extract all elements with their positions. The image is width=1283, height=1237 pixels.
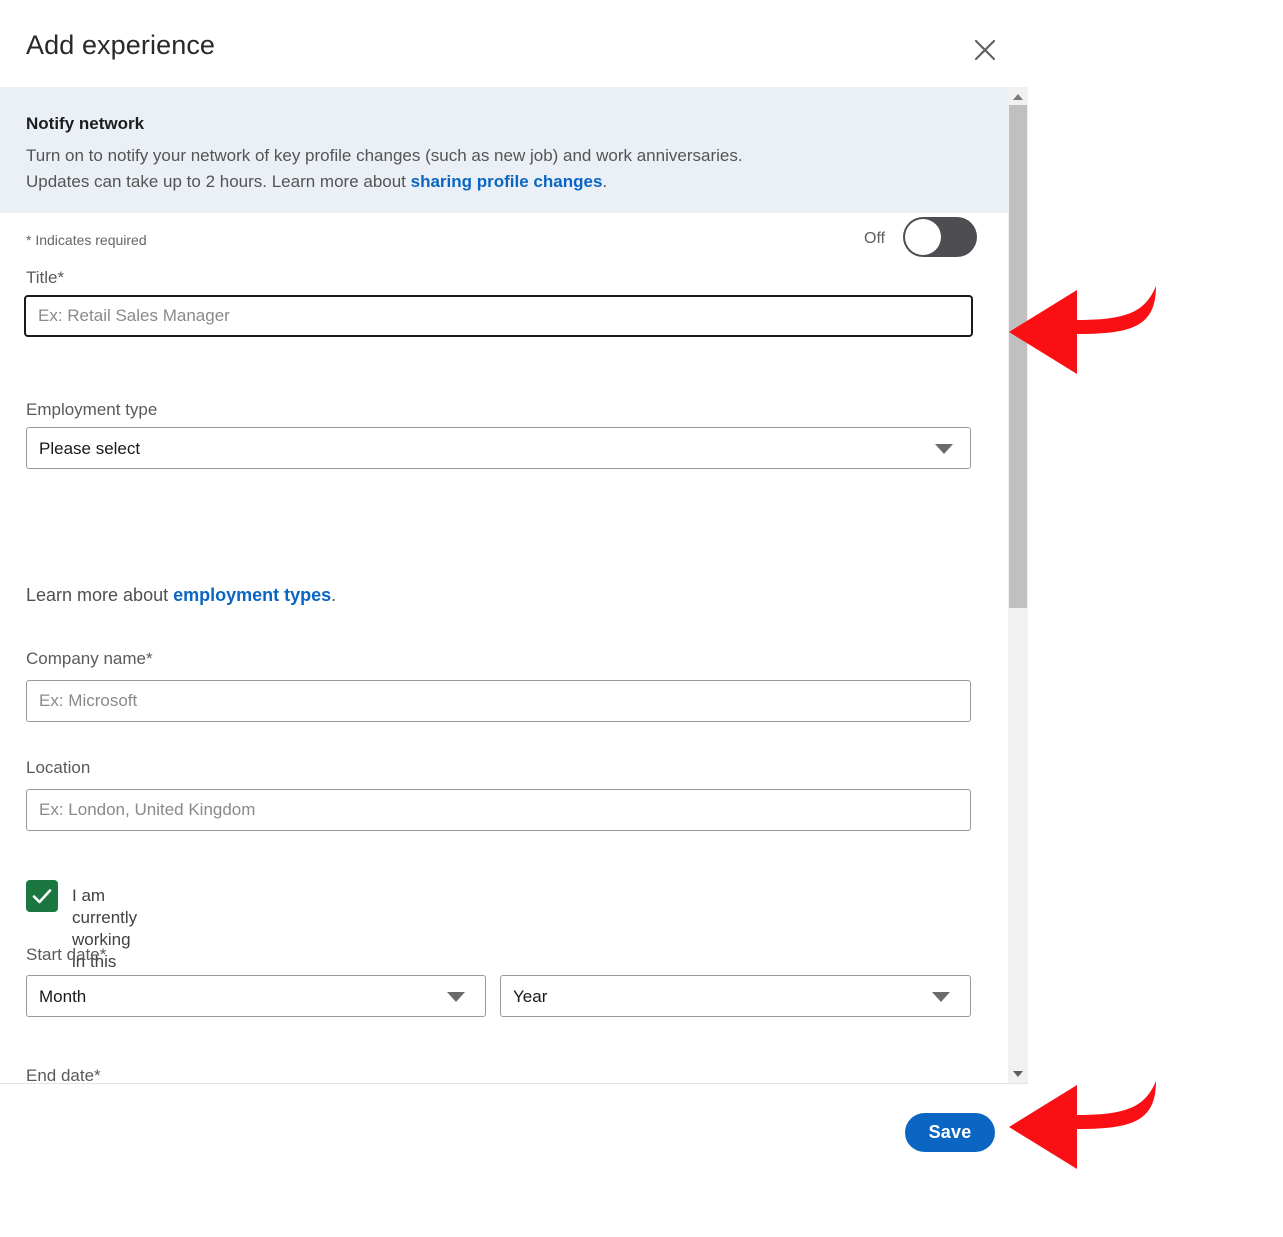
scrollbar-thumb[interactable] xyxy=(1009,105,1027,608)
chevron-down-icon xyxy=(932,992,950,1002)
add-experience-dialog: Add experience Notify network Turn on to… xyxy=(0,0,1028,1185)
notify-network-toggle[interactable] xyxy=(903,217,977,257)
dialog-scrollbar[interactable] xyxy=(1008,87,1028,1083)
dialog-scroll-body: Notify network Turn on to notify your ne… xyxy=(0,87,1028,1083)
toggle-knob xyxy=(905,219,941,255)
current-role-checkbox[interactable] xyxy=(26,880,58,912)
employment-type-label: Employment type xyxy=(26,399,157,421)
notify-network-title: Notify network xyxy=(26,113,144,135)
dialog-footer: Save xyxy=(0,1083,1028,1186)
required-indicator-note: * Indicates required xyxy=(26,232,147,248)
annotation-arrow-save xyxy=(1005,1077,1165,1173)
company-name-label: Company name* xyxy=(26,648,153,670)
title-label: Title* xyxy=(26,267,64,289)
close-button[interactable] xyxy=(962,27,1008,73)
employment-help-suffix: . xyxy=(331,585,336,605)
chevron-up-icon xyxy=(1013,94,1023,100)
page-title: Add experience xyxy=(26,28,215,62)
scroll-down-button[interactable] xyxy=(1008,1065,1028,1083)
employment-types-help: Learn more about employment types. xyxy=(26,583,336,607)
start-date-month-value: Month xyxy=(39,986,86,1008)
start-date-year-value: Year xyxy=(513,986,547,1008)
location-input[interactable] xyxy=(26,789,971,831)
start-date-label: Start date* xyxy=(26,944,106,966)
scroll-up-button[interactable] xyxy=(1008,87,1028,105)
title-input[interactable] xyxy=(24,295,973,337)
notify-desc-suffix: . xyxy=(602,172,607,191)
employment-type-select[interactable]: Please select xyxy=(26,427,971,469)
notify-network-description-line2: Updates can take up to 2 hours. Learn mo… xyxy=(26,169,607,195)
company-name-input[interactable] xyxy=(26,680,971,722)
chevron-down-icon xyxy=(935,444,953,454)
notify-desc-prefix: Updates can take up to 2 hours. Learn mo… xyxy=(26,172,411,191)
notify-network-panel: Notify network Turn on to notify your ne… xyxy=(0,87,1008,213)
save-button[interactable]: Save xyxy=(905,1113,995,1152)
end-date-label: End date* xyxy=(26,1065,101,1083)
notify-toggle-state-label: Off xyxy=(864,230,885,248)
close-icon xyxy=(962,27,1008,73)
employment-type-value: Please select xyxy=(39,438,140,460)
chevron-down-icon xyxy=(447,992,465,1002)
employment-help-prefix: Learn more about xyxy=(26,585,173,605)
check-icon xyxy=(26,880,58,912)
location-label: Location xyxy=(26,757,90,779)
employment-types-link[interactable]: employment types xyxy=(173,585,331,605)
dialog-header: Add experience xyxy=(0,0,1028,87)
chevron-down-icon xyxy=(1013,1071,1023,1077)
start-date-year-select[interactable]: Year xyxy=(500,975,971,1017)
start-date-month-select[interactable]: Month xyxy=(26,975,486,1017)
annotation-arrow-title xyxy=(1005,282,1165,378)
notify-network-description-line1: Turn on to notify your network of key pr… xyxy=(26,143,743,169)
sharing-profile-changes-link[interactable]: sharing profile changes xyxy=(411,172,603,191)
